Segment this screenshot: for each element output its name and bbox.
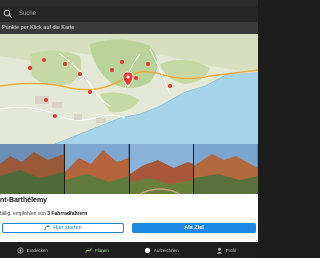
nav-label: Aufzeichnen bbox=[153, 247, 179, 253]
nav-item-record[interactable]: Aufzeichnen bbox=[129, 242, 194, 258]
map-view[interactable] bbox=[0, 34, 258, 144]
start-here-button[interactable]: Hier starten bbox=[2, 223, 124, 233]
photo-thumbnail[interactable] bbox=[64, 144, 129, 194]
set-destination-label: Als Ziel bbox=[184, 225, 204, 231]
photo-thumbnail[interactable] bbox=[194, 144, 258, 194]
place-title: nt-Barthélemy bbox=[0, 197, 48, 204]
route-icon bbox=[85, 247, 92, 253]
compass-icon bbox=[17, 247, 24, 253]
nav-item-profile[interactable]: Profil bbox=[194, 242, 259, 258]
place-subtitle: fällig, empfohlen von 3 Fahrradfahrern bbox=[0, 211, 87, 217]
nav-label: Planen bbox=[94, 247, 109, 253]
start-arrow-icon bbox=[44, 225, 51, 231]
bottom-navigation: Entdecken Planen Aufzeichnen Profil bbox=[0, 242, 258, 258]
profile-icon bbox=[216, 247, 222, 254]
place-details-sheet: nt-Barthélemy fällig, empfohlen von 3 Fa… bbox=[0, 194, 258, 242]
record-icon bbox=[144, 247, 150, 253]
map-hint: Punkte per Klick auf die Karte bbox=[0, 22, 258, 34]
nav-label: Entdecken bbox=[26, 247, 48, 253]
nav-item-discover[interactable]: Entdecken bbox=[0, 242, 65, 258]
start-here-label: Hier starten bbox=[53, 225, 82, 231]
recommendation-count: 3 Fahrradfahrern bbox=[47, 211, 88, 217]
recommendation-text: fällig, empfohlen von bbox=[0, 211, 46, 217]
photo-thumbnail[interactable] bbox=[0, 144, 64, 194]
nav-label: Profil bbox=[225, 247, 236, 253]
search-icon[interactable] bbox=[3, 9, 13, 19]
search-bar[interactable]: Suche bbox=[0, 6, 258, 22]
photo-thumbnail[interactable] bbox=[129, 144, 194, 194]
photo-gallery[interactable] bbox=[0, 144, 258, 194]
nav-item-plan[interactable]: Planen bbox=[65, 242, 130, 258]
set-destination-button[interactable]: Als Ziel bbox=[132, 223, 256, 233]
search-input[interactable]: Suche bbox=[19, 11, 36, 17]
